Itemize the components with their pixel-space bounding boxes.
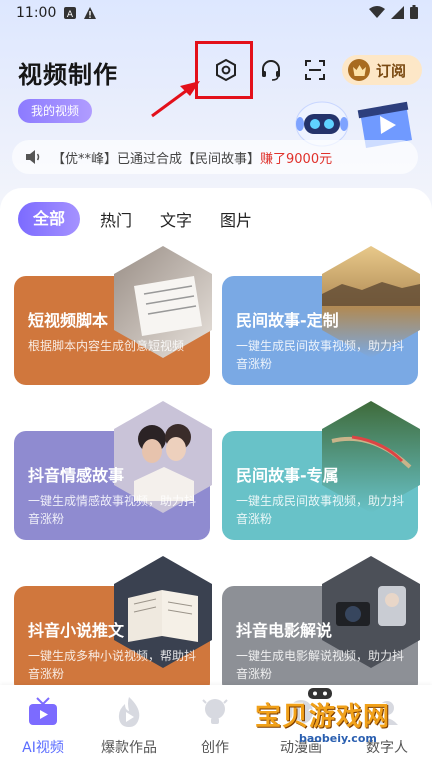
tab-all[interactable]: 全部 — [18, 202, 80, 236]
card-description: 一键生成多种小说视频，帮助抖音涨粉 — [28, 649, 197, 681]
ticker-text: 【优**峰】已通过合成【民间故事】 — [52, 151, 261, 167]
card-folk-story-exclusive[interactable]: 民间故事-专属 一键生成民间故事视频，助力抖音涨粉 — [222, 401, 420, 540]
battery-icon — [410, 5, 418, 19]
signal-icon — [391, 5, 404, 19]
status-time: 11:00 — [16, 5, 57, 21]
card-title: 民间故事-专属 — [236, 466, 339, 485]
category-tabs: 全部 热门 文字 图片 — [18, 202, 280, 236]
nav-label: 爆款作品 — [101, 740, 157, 756]
ticker-earnings: 赚了9000元 — [260, 151, 333, 167]
nav-ai-video[interactable]: AI视频 — [0, 695, 86, 757]
nav-label: AI视频 — [22, 740, 64, 756]
speaker-icon — [26, 150, 40, 164]
nav-create[interactable]: 创作 — [172, 695, 258, 757]
card-description: 一键生成电影解说视频，助力抖音涨粉 — [236, 649, 405, 681]
announcement-ticker: 【优**峰】已通过合成【民间故事】 赚了9000元 — [12, 140, 418, 174]
card-description: 根据脚本内容生成创意短视频 — [28, 339, 185, 353]
watermark-url: baobeiy.com — [299, 732, 377, 745]
page-title: 视频制作 — [18, 61, 118, 89]
card-title: 抖音电影解说 — [236, 621, 333, 640]
card-title: 短视频脚本 — [28, 311, 109, 330]
content-panel: 全部 热门 文字 图片 短视频脚本 根据脚本内容生成创意短视频 民间故事-定制 … — [0, 188, 432, 695]
tab-hot[interactable]: 热门 — [100, 207, 132, 231]
card-description: 一键生成民间故事视频，助力抖音涨粉 — [236, 494, 405, 526]
card-title: 民间故事-定制 — [236, 311, 339, 330]
watermark: 宝贝游戏网 baobeiy.com — [255, 688, 425, 745]
watermark-text: 宝贝游戏网 — [255, 702, 391, 732]
wifi-icon — [369, 6, 385, 18]
card-description: 一键生成情感故事视频，助力抖音涨粉 — [28, 494, 197, 526]
tab-image[interactable]: 图片 — [220, 207, 252, 231]
customer-service-button[interactable] — [256, 55, 286, 85]
notification-a-icon: A — [64, 7, 76, 19]
annotation-arrow-icon — [151, 81, 200, 118]
flame-icon — [112, 695, 146, 729]
scan-button[interactable] — [300, 55, 330, 85]
card-folk-story-custom[interactable]: 民间故事-定制 一键生成民间故事视频，助力抖音涨粉 — [222, 246, 420, 385]
card-novel-promo[interactable]: 抖音小说推文 一键生成多种小说视频，帮助抖音涨粉 — [14, 556, 212, 695]
lightbulb-icon — [198, 695, 232, 729]
svg-text:A: A — [67, 10, 74, 19]
nav-hot-works[interactable]: 爆款作品 — [86, 695, 172, 757]
vip-crown-icon — [348, 59, 370, 81]
tab-text[interactable]: 文字 — [160, 207, 192, 231]
card-title: 抖音情感故事 — [28, 466, 125, 485]
warning-icon — [84, 7, 96, 19]
nav-label: 创作 — [201, 740, 229, 756]
scan-icon — [305, 60, 325, 80]
my-videos-button[interactable]: 我的视频 — [18, 99, 92, 123]
status-bar: 11:00 A — [0, 0, 432, 26]
card-description: 一键生成民间故事视频，助力抖音涨粉 — [236, 339, 405, 371]
card-short-video-script[interactable]: 短视频脚本 根据脚本内容生成创意短视频 — [14, 246, 212, 385]
tv-icon — [26, 695, 60, 729]
card-movie-commentary[interactable]: 抖音电影解说 一键生成电影解说视频，助力抖音涨粉 — [222, 556, 420, 695]
card-emotional-story[interactable]: 抖音情感故事 一键生成情感故事视频，助力抖音涨粉 — [14, 401, 212, 540]
subscribe-button[interactable]: 订阅 — [342, 55, 422, 85]
card-title: 抖音小说推文 — [28, 621, 125, 640]
headset-icon — [262, 60, 280, 81]
subscribe-label: 订阅 — [376, 61, 407, 80]
